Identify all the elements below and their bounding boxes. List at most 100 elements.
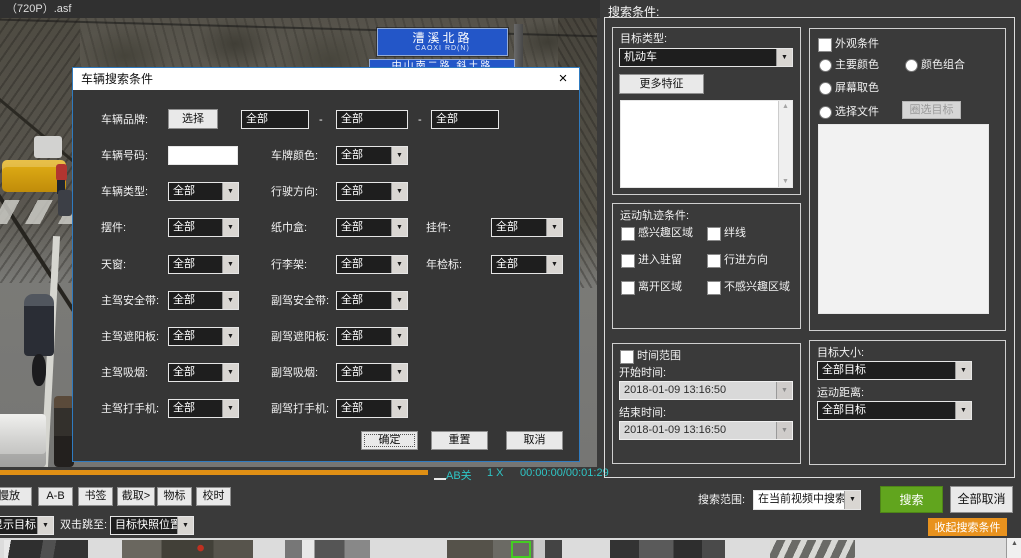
target-size-dropdown[interactable]: 全部目标 ▼	[817, 361, 972, 380]
passenger-phone-dropdown[interactable]: 全部 ▼	[336, 399, 408, 418]
brand-field-2[interactable]: 全部	[336, 110, 408, 129]
checkbox-direction[interactable]	[707, 254, 721, 268]
dropdown-arrow-icon[interactable]: ▼	[955, 402, 971, 419]
scroll-up-icon[interactable]: ▲	[779, 103, 792, 110]
dropdown-arrow-icon[interactable]: ▼	[391, 328, 407, 345]
driver-visor-dropdown[interactable]: 全部 ▼	[168, 327, 239, 346]
dropdown-arrow-icon[interactable]: ▼	[391, 147, 407, 164]
dropdown-arrow-icon[interactable]: ▼	[391, 183, 407, 200]
dropdown-arrow-icon[interactable]: ▼	[222, 292, 238, 309]
jump-to-dropdown[interactable]: 目标快照位置 ▼	[110, 516, 194, 535]
ok-button[interactable]: 确定	[361, 431, 418, 450]
vehicle-type-label: 车辆类型:	[101, 186, 148, 199]
inspection-mark-dropdown[interactable]: 全部 ▼	[491, 255, 563, 274]
ab-loop-button[interactable]: A-B	[38, 487, 73, 506]
dropdown-arrow-icon[interactable]: ▼	[391, 256, 407, 273]
driver-phone-dropdown[interactable]: 全部 ▼	[168, 399, 239, 418]
capture-button[interactable]: 截取>	[117, 487, 155, 506]
driver-smoking-dropdown[interactable]: 全部 ▼	[168, 363, 239, 382]
dropdown-arrow-icon[interactable]: ▼	[222, 364, 238, 381]
ornament-label: 摆件:	[101, 222, 126, 235]
drive-direction-dropdown[interactable]: 全部 ▼	[336, 182, 408, 201]
result-thumbnail[interactable]	[285, 540, 370, 558]
direction-label: 行进方向	[724, 254, 768, 267]
passenger-belt-label: 副驾安全带:	[271, 295, 329, 308]
main-color-label: 主要颜色	[835, 59, 879, 72]
checkbox-leave-area[interactable]	[621, 281, 635, 295]
more-features-button[interactable]: 更多特征	[619, 74, 704, 94]
luggage-rack-dropdown[interactable]: 全部 ▼	[336, 255, 408, 274]
slow-play-button[interactable]: 慢放	[0, 487, 32, 506]
passenger-visor-dropdown[interactable]: 全部 ▼	[336, 327, 408, 346]
checkbox-appearance[interactable]	[818, 38, 832, 52]
dropdown-arrow-icon[interactable]: ▼	[391, 219, 407, 236]
dropdown-arrow-icon[interactable]: ▼	[222, 183, 238, 200]
scooter-bottom	[54, 396, 74, 467]
seek-handle[interactable]	[434, 478, 446, 480]
dropdown-arrow-icon[interactable]: ▼	[391, 400, 407, 417]
dropdown-arrow-icon[interactable]: ▼	[546, 256, 562, 273]
display-target-dropdown[interactable]: 显示目标 ▼	[0, 516, 54, 535]
cancel-all-button[interactable]: 全部取消	[950, 486, 1013, 513]
vehicle-number-input[interactable]	[168, 146, 238, 165]
color-preview-area	[818, 124, 989, 314]
dropdown-arrow-icon[interactable]: ▼	[546, 219, 562, 236]
checkbox-time-range[interactable]	[620, 350, 634, 364]
sunroof-dropdown[interactable]: 全部 ▼	[168, 255, 239, 274]
object-marker-button[interactable]: 物标	[157, 487, 192, 506]
strip-scroll-up-button[interactable]: ▲	[1006, 538, 1021, 558]
dropdown-arrow-icon[interactable]: ▼	[391, 292, 407, 309]
scroll-down-icon[interactable]: ▼	[779, 178, 792, 185]
search-button[interactable]: 搜索	[880, 486, 943, 513]
collapse-conditions-button[interactable]: 收起搜索条件	[928, 518, 1007, 536]
ornament-dropdown[interactable]: 全部 ▼	[168, 218, 239, 237]
dropdown-arrow-icon[interactable]: ▼	[955, 362, 971, 379]
result-thumbnail[interactable]	[610, 540, 725, 558]
driver-belt-dropdown[interactable]: 全部 ▼	[168, 291, 239, 310]
search-scope-dropdown[interactable]: 在当前视频中搜索 ▼	[753, 490, 861, 510]
target-type-dropdown[interactable]: 机动车 ▼	[619, 48, 793, 67]
dropdown-arrow-icon[interactable]: ▼	[222, 328, 238, 345]
result-thumbnail[interactable]	[122, 540, 253, 558]
radio-main-color[interactable]	[819, 59, 832, 72]
radio-choose-file[interactable]	[819, 106, 832, 119]
dropdown-arrow-icon[interactable]: ▼	[776, 49, 792, 66]
time-sync-button[interactable]: 校时	[196, 487, 231, 506]
listbox-scrollbar[interactable]: ▲ ▼	[778, 101, 792, 187]
radio-screen-pick[interactable]	[819, 82, 832, 95]
dropdown-arrow-icon[interactable]: ▼	[844, 491, 860, 509]
road-sign-en: CAOXI RD(N)	[378, 45, 507, 53]
brand-select-button[interactable]: 选择	[168, 109, 218, 129]
passenger-smoking-dropdown[interactable]: 全部 ▼	[336, 363, 408, 382]
checkbox-tripwire[interactable]	[707, 227, 721, 241]
dropdown-arrow-icon[interactable]: ▼	[177, 517, 193, 534]
result-thumbnail[interactable]	[770, 540, 855, 558]
move-distance-dropdown[interactable]: 全部目标 ▼	[817, 401, 972, 420]
brand-field-3[interactable]: 全部	[431, 110, 499, 129]
reset-button[interactable]: 重置	[431, 431, 488, 450]
result-thumbnail[interactable]	[4, 540, 88, 558]
result-thumbnail[interactable]	[447, 540, 562, 558]
cancel-button[interactable]: 取消	[506, 431, 563, 450]
radio-color-combo[interactable]	[905, 59, 918, 72]
dropdown-arrow-icon[interactable]: ▼	[222, 219, 238, 236]
dropdown-arrow-icon[interactable]: ▼	[222, 400, 238, 417]
dropdown-arrow-icon[interactable]: ▼	[222, 256, 238, 273]
bookmark-button[interactable]: 书签	[78, 487, 113, 506]
pendant-dropdown[interactable]: 全部 ▼	[491, 218, 563, 237]
seek-bar[interactable]	[0, 470, 428, 475]
checkbox-enter-stay[interactable]	[621, 254, 635, 268]
brand-field-1[interactable]: 全部	[241, 110, 309, 129]
close-icon[interactable]: ×	[555, 68, 571, 90]
dropdown-arrow-icon[interactable]: ▼	[37, 517, 53, 534]
vehicle-type-dropdown[interactable]: 全部 ▼	[168, 182, 239, 201]
dropdown-arrow-icon[interactable]: ▼	[391, 364, 407, 381]
time-display: 00:00:00/00:01:29	[520, 467, 609, 479]
checkbox-roi[interactable]	[621, 227, 635, 241]
checkbox-non-roi[interactable]	[707, 281, 721, 295]
video-filename: （720P）.asf	[6, 3, 71, 16]
plate-color-dropdown[interactable]: 全部 ▼	[336, 146, 408, 165]
passenger-belt-dropdown[interactable]: 全部 ▼	[336, 291, 408, 310]
feature-listbox[interactable]: ▲ ▼	[620, 100, 793, 188]
tissue-box-dropdown[interactable]: 全部 ▼	[336, 218, 408, 237]
